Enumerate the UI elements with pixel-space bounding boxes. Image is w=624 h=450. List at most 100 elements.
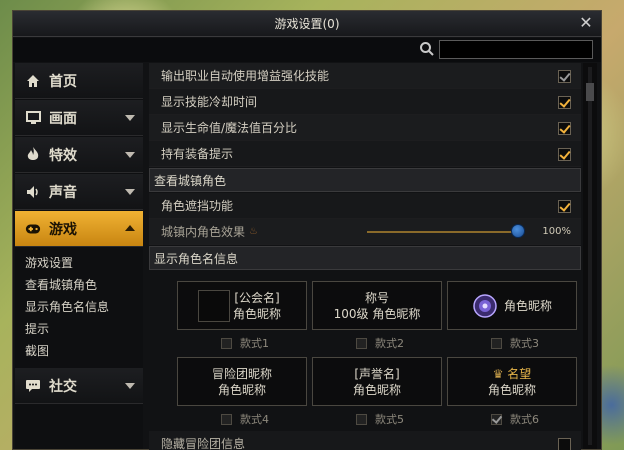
scrollbar-track[interactable] (588, 67, 592, 445)
chevron-down-icon (125, 383, 135, 389)
name-style-option-5[interactable]: 款式5 (356, 411, 404, 427)
town-effect-slider-track[interactable] (367, 231, 517, 233)
chevron-down-icon (125, 115, 135, 121)
setting-char-block: 角色遮挡功能 (149, 193, 581, 219)
flame-icon (25, 147, 41, 163)
setting-show-hp-mp: 显示生命值/魔法值百分比 (149, 115, 581, 141)
name-style-option-4[interactable]: 款式4 (221, 411, 269, 427)
title-badge-icon (473, 293, 497, 318)
card-line1: 冒险团昵称 (211, 366, 272, 381)
subnav-name-info[interactable]: 显示角色名信息 (25, 296, 143, 318)
auto-skill-checkbox[interactable] (558, 70, 571, 83)
card-line1: [公会名] (234, 290, 280, 305)
setting-label: 输出职业自动使用增益强化技能 (161, 69, 330, 83)
name-style-option-6[interactable]: 款式6 (491, 411, 539, 427)
sidebar-item-social[interactable]: 社交 (15, 368, 143, 404)
settings-window: 游戏设置(0) ✕ 首页 画面 特效 声音 游戏 游戏设置 查看城镇角色 显示角… (12, 10, 602, 450)
name-style-card-4[interactable]: 冒险团昵称 角色昵称 (177, 357, 307, 406)
option-label: 款式4 (240, 413, 269, 426)
name-style-card-1[interactable]: [公会名] 角色昵称 (177, 281, 307, 330)
monitor-icon (25, 110, 41, 126)
option-label: 款式3 (510, 337, 539, 350)
hide-guild-checkbox[interactable] (558, 438, 571, 450)
setting-show-cooldown: 显示技能冷却时间 (149, 89, 581, 115)
window-title: 游戏设置(0) (274, 17, 340, 31)
laurel-icon: ♛ (492, 366, 504, 381)
sidebar-item-label: 声音 (49, 184, 77, 201)
sidebar-item-effects[interactable]: 特效 (15, 137, 143, 173)
setting-label: 隐藏冒险团信息 (161, 437, 246, 450)
style-2-checkbox[interactable] (356, 337, 367, 349)
style-4-checkbox[interactable] (221, 413, 232, 425)
setting-equip-tip: 持有装备提示 (149, 141, 581, 167)
name-style-card-2[interactable]: 称号 100级 角色昵称 (312, 281, 442, 330)
show-cooldown-checkbox[interactable] (558, 96, 571, 109)
title-bar: 游戏设置(0) ✕ (13, 11, 601, 37)
show-hp-mp-checkbox[interactable] (558, 122, 571, 135)
style-5-checkbox[interactable] (356, 413, 367, 425)
name-style-option-2[interactable]: 款式2 (356, 335, 404, 351)
name-style-card-6[interactable]: ♛ 名望 角色昵称 (447, 357, 577, 406)
card-line2: 角色昵称 (352, 382, 401, 397)
search-icon[interactable] (419, 41, 435, 57)
guild-emblem-icon (198, 290, 230, 322)
gamepad-icon (25, 221, 41, 237)
setting-label: 持有装备提示 (161, 147, 234, 161)
setting-auto-skill: 输出职业自动使用增益强化技能 (149, 63, 581, 89)
sidebar-item-home[interactable]: 首页 (15, 63, 143, 99)
card-line1: [声誉名] (354, 366, 400, 381)
card-line1: ♛ 名望 (493, 366, 532, 382)
card-line2: 角色昵称 (217, 382, 266, 397)
card-line2: 角色昵称 (487, 382, 536, 397)
town-effect-slider-handle[interactable] (511, 224, 525, 238)
style-1-checkbox[interactable] (221, 337, 232, 349)
sidebar-item-label: 首页 (49, 73, 77, 90)
sidebar: 首页 画面 特效 声音 游戏 游戏设置 查看城镇角色 显示角色名信息 提示 截图… (15, 63, 143, 449)
sidebar-item-label: 社交 (49, 378, 77, 395)
search-input[interactable] (439, 40, 593, 59)
sidebar-item-label: 特效 (49, 147, 77, 164)
setting-hide-guild: 隐藏冒险团信息 (149, 431, 581, 450)
equip-tip-checkbox[interactable] (558, 148, 571, 161)
setting-label: 显示技能冷却时间 (161, 95, 258, 109)
subnav-screenshot[interactable]: 截图 (25, 340, 143, 362)
name-style-card-3[interactable]: 角色昵称 (447, 281, 577, 330)
sidebar-item-game[interactable]: 游戏 (15, 211, 143, 247)
option-label: 款式2 (375, 337, 404, 350)
card-line2: 角色昵称 (232, 306, 281, 321)
style-3-checkbox[interactable] (491, 337, 502, 349)
scrollbar-thumb[interactable] (586, 83, 594, 101)
char-block-checkbox[interactable] (558, 200, 571, 213)
section-name-info: 显示角色名信息 (149, 246, 581, 270)
card-line2: 100级 角色昵称 (333, 306, 421, 321)
sidebar-item-label: 游戏 (49, 221, 77, 238)
chevron-down-icon (125, 152, 135, 158)
style-6-checkbox[interactable] (491, 413, 502, 425)
name-style-grid: [公会名] 角色昵称 款式1 称号 100级 角色昵称 款式2 角色昵称 款式3… (149, 271, 581, 431)
setting-label: 显示生命值/魔法值百分比 (161, 121, 298, 135)
home-icon (25, 73, 41, 89)
subnav-game-settings[interactable]: 游戏设置 (25, 252, 143, 274)
sidebar-item-sound[interactable]: 声音 (15, 174, 143, 210)
sidebar-item-display[interactable]: 画面 (15, 100, 143, 136)
name-style-card-5[interactable]: [声誉名] 角色昵称 (312, 357, 442, 406)
sidebar-subnav: 游戏设置 查看城镇角色 显示角色名信息 提示 截图 (15, 248, 143, 368)
town-effect-value: 100% (542, 226, 571, 237)
content-scrollbar[interactable] (583, 63, 597, 449)
subnav-tips[interactable]: 提示 (25, 318, 143, 340)
close-button[interactable]: ✕ (577, 14, 595, 32)
name-style-option-1[interactable]: 款式1 (221, 335, 269, 351)
flame-icon: ♨ (249, 226, 258, 237)
sidebar-item-label: 画面 (49, 110, 77, 127)
search-bar (13, 38, 601, 62)
card-line2: 角色昵称 (503, 298, 552, 313)
fame-label: 名望 (507, 366, 532, 381)
name-style-option-3[interactable]: 款式3 (491, 335, 539, 351)
subnav-town-characters[interactable]: 查看城镇角色 (25, 274, 143, 296)
speaker-icon (25, 184, 41, 200)
setting-town-effect: 城镇内角色效果 ♨ 100% (149, 219, 581, 245)
chat-icon (25, 378, 41, 394)
option-label: 款式5 (375, 413, 404, 426)
card-line1: 称号 (364, 290, 389, 305)
option-label: 款式1 (240, 337, 269, 350)
